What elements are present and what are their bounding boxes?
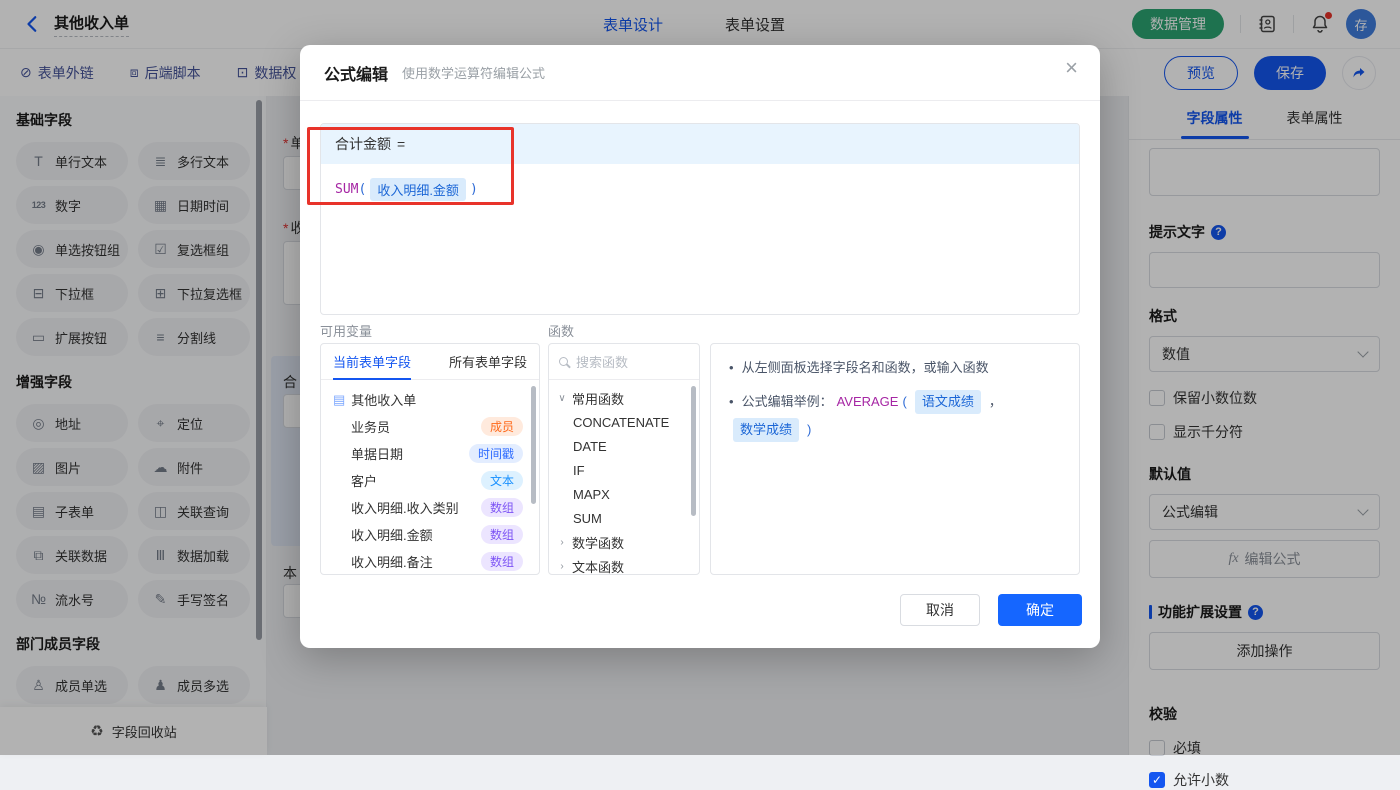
variables-panel: 当前表单字段 所有表单字段 ▤ 其他收入单 业务员 成员 单据日期 时间戳 客户… — [320, 343, 540, 575]
confirm-button[interactable]: 确定 — [998, 594, 1082, 626]
function-item[interactable]: CONCATENATE — [549, 410, 699, 434]
functions-label: 函数 — [548, 324, 575, 339]
variables-list: ▤ 其他收入单 业务员 成员 单据日期 时间戳 客户 文本 收入明细.收入类别 … — [321, 380, 539, 574]
function-group-label: 常用函数 — [572, 391, 625, 407]
checkbox-label: 允许小数 — [1173, 772, 1229, 788]
close-paren: ) — [469, 182, 478, 197]
tab-all-form-fields[interactable]: 所有表单字段 — [449, 344, 527, 379]
tip-line-2: • 公式编辑举例： AVERAGE ( 语文成绩 ， 数学成绩 ) — [729, 390, 1061, 442]
formula-editor[interactable]: 合计金额 = SUM ( 收入明细.金额 ) — [320, 123, 1080, 315]
variable-name: 业务员 — [351, 420, 391, 435]
example-function-name: AVERAGE — [836, 394, 899, 409]
tips-panel: • 从左侧面板选择字段名和函数，或输入函数 • 公式编辑举例： AVERAGE … — [710, 343, 1080, 575]
variable-name: 收入明细.备注 — [351, 555, 433, 570]
example-field-chip: 数学成绩 — [733, 418, 800, 442]
close-icon[interactable]: × — [1065, 57, 1078, 79]
function-item[interactable]: SUM — [549, 506, 699, 530]
function-group-common[interactable]: ∨ 常用函数 — [549, 386, 699, 410]
separator: ， — [988, 394, 1002, 409]
form-file-icon: ▤ — [333, 391, 346, 407]
variable-row[interactable]: 收入明细.金额 数组 — [321, 521, 539, 548]
type-badge: 时间戳 — [468, 444, 523, 463]
chevron-right-icon: › — [560, 536, 564, 548]
tip-text: 公式编辑举例： — [741, 394, 833, 409]
variable-name: 客户 — [351, 474, 378, 489]
variables-scrollbar[interactable] — [531, 386, 536, 504]
cancel-button[interactable]: 取消 — [900, 594, 980, 626]
bullet: • — [729, 360, 734, 375]
formula-expression[interactable]: SUM ( 收入明细.金额 ) — [321, 164, 1079, 215]
variable-row[interactable]: 收入明细.备注 数组 — [321, 548, 539, 574]
checkbox-checked[interactable]: ✓ — [1149, 772, 1165, 788]
function-group-label: 数学函数 — [572, 535, 625, 551]
variables-label: 可用变量 — [320, 324, 373, 339]
type-badge: 数组 — [480, 498, 523, 517]
functions-scrollbar[interactable] — [691, 386, 696, 516]
open-paren: ( — [902, 394, 907, 409]
tab-current-form-fields[interactable]: 当前表单字段 — [333, 344, 412, 380]
function-item[interactable]: MAPX — [549, 482, 699, 506]
bullet: • — [729, 394, 734, 409]
close-paren: ) — [807, 422, 812, 437]
modal-header: 公式编辑 使用数学运算符编辑公式 — [300, 45, 1100, 101]
variable-name: 收入明细.金额 — [351, 528, 433, 543]
modal-title: 公式编辑 — [324, 66, 389, 84]
variables-tabs: 当前表单字段 所有表单字段 — [321, 344, 539, 380]
tip-text: 从左侧面板选择字段名和函数，或输入函数 — [741, 360, 989, 375]
formula-edit-modal: 公式编辑 使用数学运算符编辑公式 × 合计金额 = SUM ( 收入明细.金额 … — [300, 45, 1100, 648]
formula-target-row: 合计金额 = — [321, 124, 1079, 164]
allow-decimal-checkbox[interactable]: ✓ 允许小数 — [1149, 770, 1380, 790]
tip-line-1: • 从左侧面板选择字段名和函数，或输入函数 — [729, 358, 1061, 378]
variable-name: 收入明细.收入类别 — [351, 501, 459, 516]
variables-root-label: 其他收入单 — [351, 393, 417, 408]
variable-name: 单据日期 — [351, 447, 404, 462]
variables-root-row[interactable]: ▤ 其他收入单 — [321, 386, 539, 413]
modal-subtitle: 使用数学运算符编辑公式 — [402, 66, 546, 81]
function-item[interactable]: IF — [549, 458, 699, 482]
field-chip[interactable]: 收入明细.金额 — [370, 178, 466, 201]
variable-row[interactable]: 收入明细.收入类别 数组 — [321, 494, 539, 521]
equals-sign: = — [397, 136, 406, 152]
functions-list: ∨ 常用函数 CONCATENATE DATE IF MAPX SUM › 数学… — [549, 380, 699, 575]
type-badge: 数组 — [480, 525, 523, 544]
type-badge: 文本 — [480, 471, 523, 490]
search-placeholder: 搜索函数 — [576, 355, 629, 370]
variable-row[interactable]: 单据日期 时间戳 — [321, 440, 539, 467]
chevron-right-icon: › — [560, 560, 564, 572]
type-badge: 成员 — [480, 417, 523, 436]
functions-panel: 搜索函数 ∨ 常用函数 CONCATENATE DATE IF MAPX SUM… — [548, 343, 700, 575]
example-field-chip: 语文成绩 — [914, 390, 981, 414]
function-name: SUM — [335, 182, 359, 197]
variable-row[interactable]: 业务员 成员 — [321, 413, 539, 440]
function-search-input[interactable]: 搜索函数 — [549, 344, 699, 380]
formula-target: 合计金额 — [335, 136, 391, 152]
function-group-label: 文本函数 — [572, 559, 625, 575]
function-item[interactable]: DATE — [549, 434, 699, 458]
variable-row[interactable]: 客户 文本 — [321, 467, 539, 494]
open-paren: ( — [358, 182, 367, 197]
chevron-down-icon: ∨ — [558, 392, 566, 404]
function-group-text[interactable]: › 文本函数 — [549, 554, 699, 575]
search-icon — [559, 357, 568, 366]
type-badge: 数组 — [480, 552, 523, 571]
function-group-math[interactable]: › 数学函数 — [549, 530, 699, 554]
